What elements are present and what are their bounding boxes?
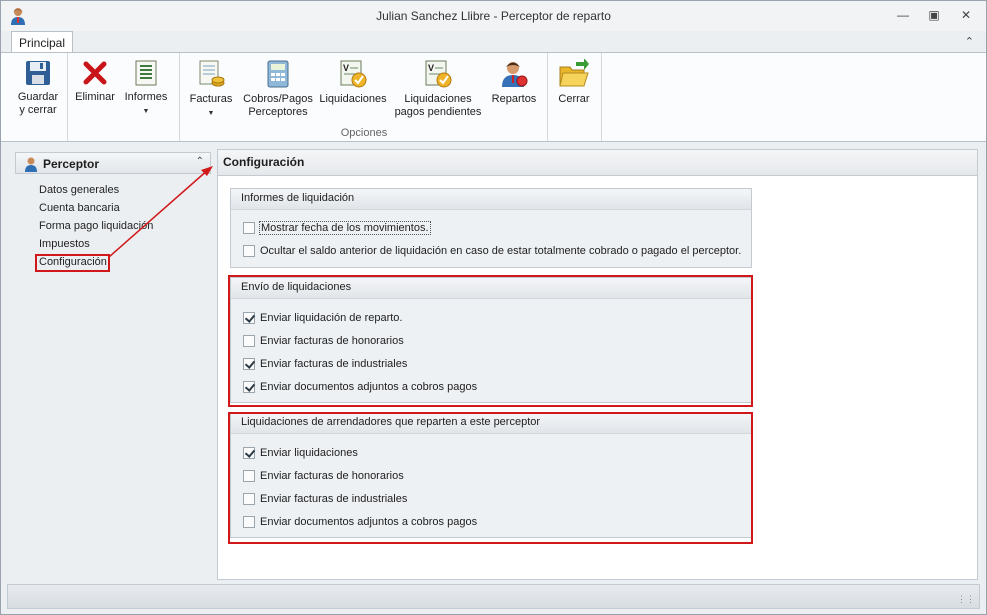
nav-item-impuestos[interactable]: Impuestos [39, 238, 90, 250]
tab-principal[interactable]: Principal [11, 31, 73, 54]
dropdown-arrow-icon: ▼ [207, 110, 215, 117]
title-bar: Julian Sanchez Llibre - Perceptor de rep… [1, 1, 986, 31]
group-informes-liquidacion: Informes de liquidación Mostrar fecha de… [230, 188, 752, 268]
ribbon-tab-strip: Principal ⌃ [1, 31, 986, 54]
pending-settlements-button[interactable]: V Liquidaciones pagos pendientes [393, 59, 483, 119]
settlements-label: Liquidaciones [319, 93, 387, 105]
distributions-label: Repartos [491, 93, 537, 105]
payments-label-2: Perceptores [248, 106, 308, 118]
ribbon-separator [67, 53, 68, 141]
content-header: Configuración [217, 149, 978, 175]
close-button[interactable]: ✕ [955, 7, 977, 23]
status-bar: ⋮⋮ [7, 584, 980, 609]
delete-x-icon [83, 61, 107, 85]
svg-text:V: V [343, 63, 349, 73]
invoices-button[interactable]: Facturas ▼ [186, 59, 236, 120]
payments-label-1: Cobros/Pagos [243, 93, 313, 105]
invoice-coins-icon [199, 60, 225, 87]
reports-label: Informes [124, 91, 168, 103]
pending-settlements-label-1: Liquidaciones [404, 93, 472, 105]
ribbon-separator [547, 53, 548, 141]
person-icon [25, 157, 37, 172]
annotation-arrow [108, 166, 213, 258]
report-sheet-icon [135, 60, 157, 86]
ribbon-group-label: Opciones [340, 127, 388, 139]
reports-button[interactable]: Informes ▼ [121, 59, 171, 118]
checkbox[interactable] [243, 245, 255, 257]
pending-settlements-label-2: pagos pendientes [394, 106, 482, 118]
checkbox-label: Mostrar fecha de los movimientos. [259, 221, 431, 235]
minimize-button[interactable]: — [892, 7, 914, 23]
calculator-icon [267, 60, 289, 88]
delete-button[interactable]: Eliminar [73, 59, 117, 104]
checkbox-row[interactable]: Ocultar el saldo anterior de liquidación… [243, 243, 741, 259]
annotation-red-box [228, 412, 753, 544]
pending-settlement-icon: V [425, 60, 452, 88]
content-panel: Informes de liquidación Mostrar fecha de… [217, 175, 978, 580]
folder-exit-icon [559, 59, 589, 87]
save-and-close-button[interactable]: Guardar y cerrar [14, 59, 62, 117]
ribbon: Guardar y cerrar Eliminar Informes ▼ Fac… [1, 52, 986, 142]
group-title: Informes de liquidación [231, 189, 751, 210]
resize-grip-icon[interactable]: ⋮⋮ [957, 594, 975, 605]
ribbon-separator [179, 53, 180, 141]
settlements-button[interactable]: V Liquidaciones [319, 59, 387, 106]
distributions-button[interactable]: Repartos [489, 59, 539, 106]
window-title: Julian Sanchez Llibre - Perceptor de rep… [376, 9, 611, 23]
app-window: Julian Sanchez Llibre - Perceptor de rep… [0, 0, 987, 615]
close-form-label: Cerrar [558, 93, 590, 105]
ribbon-separator [601, 53, 602, 141]
save-label-2: y cerrar [19, 104, 57, 116]
dropdown-arrow-icon: ▼ [142, 108, 150, 115]
selected-item-highlight [35, 254, 110, 272]
checkbox-row[interactable]: Mostrar fecha de los movimientos. [243, 220, 431, 236]
invoices-label: Facturas [189, 93, 233, 105]
nav-title: Perceptor [43, 157, 100, 171]
save-label-1: Guardar [17, 91, 59, 103]
person-distribution-icon [502, 62, 528, 87]
payments-button[interactable]: Cobros/Pagos Perceptores [241, 59, 315, 119]
checkbox[interactable] [243, 222, 255, 234]
delete-label: Eliminar [75, 91, 115, 103]
checkbox-label: Ocultar el saldo anterior de liquidación… [260, 245, 742, 257]
ribbon-collapse-icon[interactable]: ⌃ [965, 35, 974, 48]
content-title: Configuración [223, 155, 305, 169]
close-form-button[interactable]: Cerrar [552, 59, 596, 106]
floppy-disk-icon [26, 61, 50, 85]
maximize-button[interactable]: ▣ [923, 7, 945, 23]
svg-text:V: V [428, 63, 434, 73]
settlement-check-icon: V [340, 60, 367, 88]
annotation-red-box [228, 275, 753, 407]
